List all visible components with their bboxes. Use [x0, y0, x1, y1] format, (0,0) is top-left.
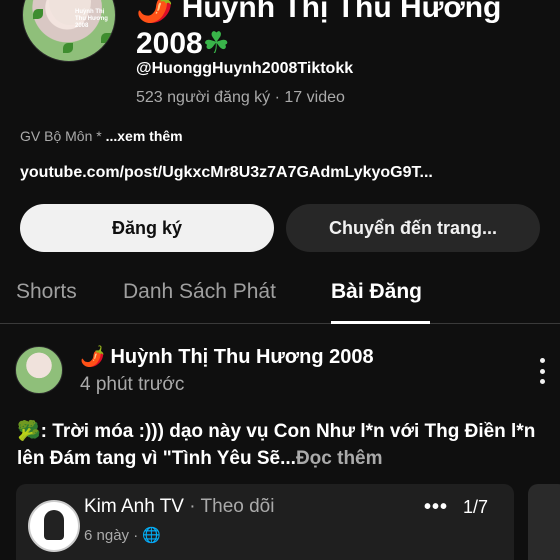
go-to-channel-button[interactable]: Chuyển đến trang...: [286, 204, 540, 252]
leaf-icon: [63, 43, 73, 53]
channel-link[interactable]: youtube.com/post/UgkxcMr8U3z7A7GAdmLykyo…: [20, 164, 433, 182]
avatar-caption: Huỳnh Thị Thu Hương 2008: [75, 9, 108, 29]
tab-playlists[interactable]: Danh Sách Phát: [123, 280, 276, 304]
follow-link[interactable]: · Theo dõi: [184, 496, 274, 517]
tab-posts[interactable]: Bài Đăng: [331, 280, 422, 304]
read-more-link[interactable]: Đọc thêm: [296, 448, 383, 469]
channel-description[interactable]: GV Bộ Môn * ...xem thêm: [20, 128, 183, 144]
channel-tabs: Shorts Danh Sách Phát Bài Đăng: [0, 268, 560, 324]
channel-title: 🌶️ Huỳnh Thị Thu Hương 2008☘: [136, 0, 556, 62]
shared-post-card[interactable]: Kim Anh TV · Theo dõi 6 ngày · 🌐 ••• 1/7: [16, 484, 514, 560]
post-text: 🥦: Trời móa :))) dạo này vụ Con Như l*n …: [17, 421, 536, 469]
clover-icon: ☘: [202, 27, 230, 60]
shared-author-name: Kim Anh TV · Theo dõi: [84, 496, 275, 517]
more-options-icon[interactable]: [532, 358, 552, 384]
tab-shorts[interactable]: Shorts: [16, 280, 77, 304]
leaf-icon: [33, 9, 43, 19]
card-more-icon[interactable]: •••: [424, 496, 448, 519]
next-card-preview[interactable]: [528, 484, 560, 560]
channel-title-line2: 2008☘: [136, 27, 230, 60]
post-timestamp: 4 phút trước: [80, 374, 185, 395]
channel-stats: 523 người đăng ký · 17 video: [136, 89, 345, 106]
leaf-icon: [101, 33, 111, 43]
post-author-name[interactable]: 🌶️ Huỳnh Thị Thu Hương 2008: [80, 344, 374, 369]
channel-title-line1: 🌶️ Huỳnh Thị Thu Hương: [136, 0, 502, 24]
active-tab-indicator: [331, 321, 430, 324]
channel-handle: @HuonggHuynh2008Tiktokk: [136, 60, 354, 77]
description-more-link[interactable]: ...xem thêm: [106, 128, 183, 144]
shared-post-date: 6 ngày · 🌐: [84, 527, 162, 544]
post-author-avatar[interactable]: [15, 346, 63, 394]
card-pager: 1/7: [463, 497, 489, 517]
shared-author-avatar[interactable]: [28, 500, 80, 552]
channel-avatar[interactable]: Huỳnh Thị Thu Hương 2008: [22, 0, 116, 62]
subscribe-button[interactable]: Đăng ký: [20, 204, 274, 252]
